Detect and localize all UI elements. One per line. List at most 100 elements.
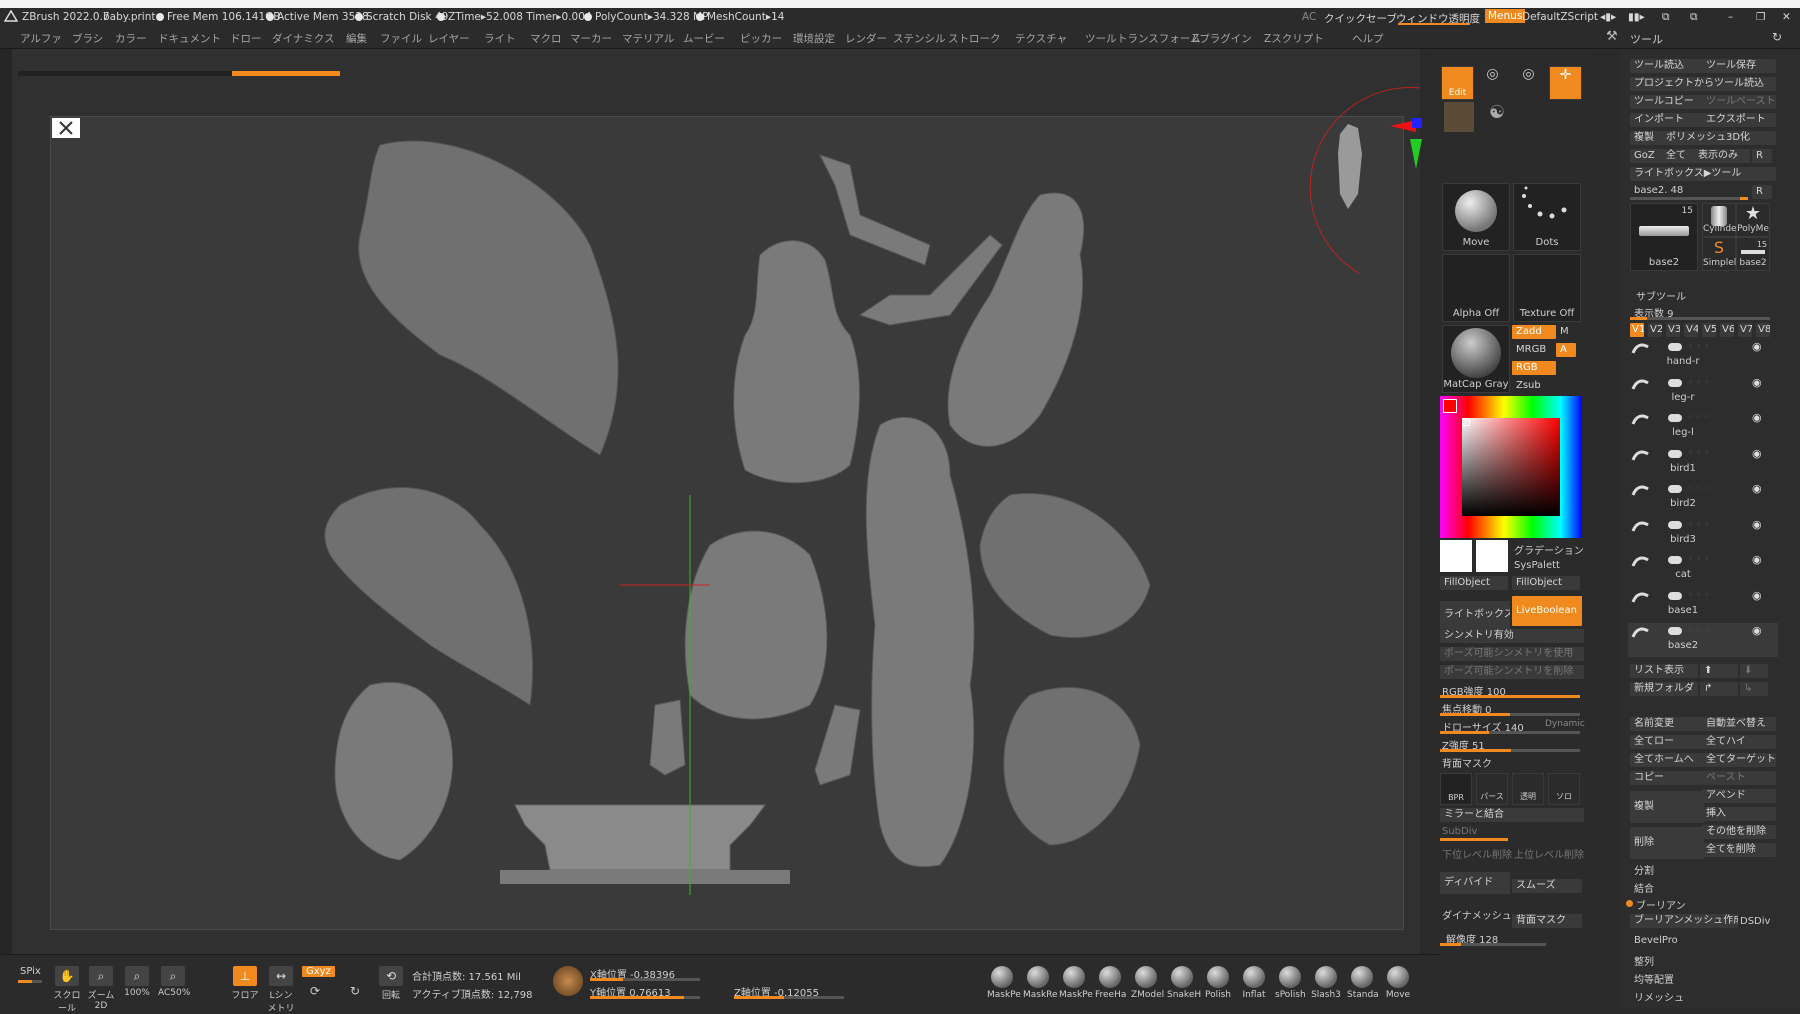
eye-icon[interactable]: ◉ — [1752, 624, 1762, 637]
brush-slot[interactable]: MaskPe — [1059, 966, 1093, 1004]
spix-label[interactable]: SPix — [20, 966, 41, 977]
window-icon[interactable]: ⧉ — [1662, 11, 1670, 24]
list-display-button[interactable]: リスト表示 — [1630, 664, 1698, 678]
bevelpro-menu[interactable]: BevelPro — [1634, 935, 1678, 946]
make-boolean-mesh-button[interactable]: ブーリアンメッシュ作成 — [1630, 914, 1738, 928]
eye-icon[interactable]: ◉ — [1752, 411, 1762, 424]
secondary-color-swatch[interactable] — [1476, 540, 1508, 572]
gxyz-button[interactable]: Gxyz — [302, 964, 335, 980]
subtool-toggle-icon[interactable] — [1668, 378, 1682, 387]
menu-item[interactable]: ブラシ — [72, 31, 103, 46]
dynamesh-button[interactable]: ダイナメッシュ — [1442, 907, 1512, 922]
minimize-icon[interactable]: – — [1728, 11, 1733, 23]
fillobject-button-1[interactable]: FillObject — [1440, 576, 1508, 590]
draw-d-icon[interactable]: ◎ — [1513, 66, 1544, 98]
brush-slot[interactable]: sPolish — [1275, 966, 1306, 1004]
refresh-icon[interactable]: ↻ — [350, 984, 360, 998]
brush-disabled-icon[interactable] — [1444, 102, 1474, 132]
tool-thumb-simplebrush[interactable]: S Simplel — [1702, 237, 1736, 271]
menu-item[interactable]: ヘルプ — [1352, 31, 1384, 46]
subtool-version-tab[interactable]: V4 — [1684, 323, 1698, 337]
subtool-options-icon[interactable]: ◦ ◦ ◦ — [1688, 556, 1728, 565]
spix-slider[interactable] — [18, 980, 42, 983]
zoom100-button[interactable]: ⌕ 100% — [122, 966, 152, 1000]
draw-size-slider[interactable] — [1440, 731, 1580, 734]
brush-slot[interactable]: Standa — [1347, 966, 1379, 1004]
lightbox-tool-button[interactable]: ライトボックス▶ツール — [1630, 167, 1776, 181]
document-thumbnail-icon[interactable] — [52, 118, 80, 138]
split-menu[interactable]: 分割 — [1634, 862, 1654, 877]
tool-thumb-polymesh[interactable]: ★ PolyMe — [1736, 203, 1770, 237]
menu-item[interactable]: マテリアル — [622, 31, 674, 46]
copy-tool-button[interactable]: ツールコピー — [1630, 95, 1704, 109]
delete-all-button[interactable]: 全てを削除 — [1702, 843, 1776, 857]
subtool-version-tab[interactable]: V3 — [1666, 323, 1680, 337]
subtool-item[interactable]: ◦ ◦ ◦ ◉ leg-r — [1628, 375, 1778, 409]
eye-icon[interactable]: ◉ — [1752, 518, 1762, 531]
subtool-toggle-icon[interactable] — [1668, 485, 1682, 493]
panel-refresh-icon[interactable]: ↻ — [1772, 30, 1782, 44]
matcap-gray-tile[interactable]: MatCap Gray — [1442, 325, 1510, 393]
brush-slot[interactable]: Slash3 — [1311, 966, 1341, 1004]
subtool-item[interactable]: ◦ ◦ ◦ ◉ bird1 — [1628, 446, 1778, 480]
tool-thumb-cylinder[interactable]: Cylinde — [1702, 203, 1737, 237]
subtool-toggle-icon[interactable] — [1668, 627, 1682, 635]
goz-button[interactable]: GoZ — [1630, 149, 1664, 163]
transparent-button[interactable]: 透明 — [1512, 773, 1544, 805]
menu-item[interactable]: レンダー — [845, 31, 887, 46]
subtool-options-icon[interactable]: ◦ ◦ ◦ — [1688, 591, 1728, 600]
all-target-button[interactable]: 全てターゲット — [1702, 753, 1776, 767]
rotate-button[interactable]: ⟲ 回転 — [376, 966, 406, 1001]
menu-item[interactable]: 環境設定 — [793, 31, 835, 46]
subtool-options-icon[interactable]: ◦ ◦ ◦ — [1688, 378, 1728, 387]
ac50-button[interactable]: ⌕ AC50% — [158, 966, 190, 1000]
focal-shift-slider[interactable] — [1440, 713, 1580, 716]
tool-thumb-base2-small[interactable]: 15 base2 — [1736, 237, 1770, 271]
dynamic-label[interactable]: Dynamic — [1545, 719, 1585, 729]
subtool-item[interactable]: ◦ ◦ ◦ ◉ base1 — [1628, 588, 1778, 622]
dots-stroke-tile[interactable]: Dots — [1513, 183, 1581, 251]
subtool-options-icon[interactable]: ◦ ◦ ◦ — [1688, 520, 1728, 529]
all-high-button[interactable]: 全てハイ — [1702, 735, 1776, 749]
subtool-item[interactable]: ◦ ◦ ◦ ◉ bird2 — [1628, 481, 1778, 515]
subtool-version-tab[interactable]: V6 — [1720, 323, 1734, 337]
eye-icon[interactable]: ◉ — [1752, 482, 1762, 495]
menu-item[interactable]: トランスフォーム — [1117, 31, 1200, 46]
menu-item[interactable]: テクスチャ — [1015, 31, 1067, 46]
subtool-toggle-icon[interactable] — [1668, 343, 1682, 351]
main-color-swatch[interactable] — [1440, 540, 1472, 572]
brush-slot[interactable]: MaskRe — [1023, 966, 1058, 1004]
current-tool-slider[interactable] — [1630, 197, 1748, 200]
resolution-slider[interactable] — [1440, 943, 1546, 946]
color-picker-square[interactable] — [1462, 418, 1560, 516]
new-folder-button[interactable]: 新規フォルダ — [1630, 682, 1698, 696]
goz-r-button[interactable]: R — [1752, 149, 1772, 163]
subtool-toggle-icon[interactable] — [1668, 591, 1682, 600]
zsub-button[interactable]: Zsub — [1512, 379, 1556, 393]
move-down-icon[interactable]: ⬇ — [1740, 664, 1768, 678]
rename-button[interactable]: 名前変更 — [1630, 717, 1704, 731]
liveboolean-button[interactable]: LiveBoolean — [1512, 596, 1582, 626]
smooth-button[interactable]: スムーズ — [1512, 879, 1582, 893]
merge-menu[interactable]: 結合 — [1634, 880, 1654, 895]
divide-button[interactable]: ディバイド — [1440, 872, 1510, 894]
lower-level-delete-button[interactable]: 下位レベル削除 — [1442, 846, 1512, 861]
layout2-icon[interactable]: ▮▮▸ — [1628, 11, 1645, 23]
append-button[interactable]: アペンド — [1702, 789, 1776, 803]
subtool-item[interactable]: ◦ ◦ ◦ ◉ base2 — [1628, 623, 1778, 657]
scroll-button[interactable]: ✋ スクロール — [52, 966, 82, 1014]
brush-slot[interactable]: FreeHa — [1095, 966, 1126, 1004]
load-from-project-button[interactable]: プロジェクトからツール読込 — [1630, 77, 1776, 91]
zoom2d-button[interactable]: ⌕ ズーム2D — [86, 966, 116, 1011]
subtool-toggle-icon[interactable] — [1668, 414, 1682, 422]
distribute-menu[interactable]: 均等配置 — [1634, 971, 1674, 986]
export-button[interactable]: エクスポート — [1702, 113, 1776, 127]
align-menu[interactable]: 整列 — [1634, 953, 1654, 968]
menu-item[interactable]: マーカー — [570, 31, 612, 46]
menu-item[interactable]: カラー — [115, 31, 147, 46]
menu-item[interactable]: マクロ — [530, 31, 562, 46]
eye-icon[interactable]: ◉ — [1752, 589, 1762, 602]
local-symmetry-button[interactable]: ↔ Lシンメトリ — [266, 966, 296, 1014]
backface-mask-label[interactable]: 背面マスク — [1442, 755, 1492, 770]
duplicate-subtool-button[interactable]: 複製 — [1630, 791, 1704, 823]
